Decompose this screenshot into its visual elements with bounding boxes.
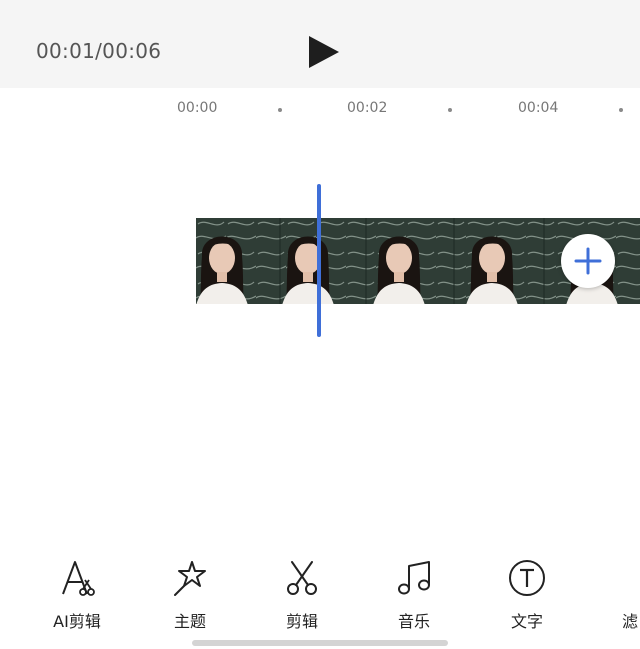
time-display: 00:01/00:06 [36,39,162,63]
ruler-dot [619,108,623,112]
ruler-tick: 00:02 [347,100,388,116]
tool-text-label: 文字 [510,612,543,631]
tool-theme[interactable]: 主题 [134,558,246,638]
text-circle-icon [509,560,545,596]
tool-edit[interactable]: 剪辑 [246,558,358,638]
plus-icon [574,247,602,275]
tool-ai-edit[interactable]: AI剪辑 [21,558,133,638]
player-bar: 00:01/00:06 [0,0,640,88]
tool-filter[interactable]: 滤 [584,558,640,638]
scissors-icon [287,561,317,595]
playhead[interactable] [317,184,321,337]
timeline-ruler: 00:00 00:02 00:04 [0,96,640,122]
ruler-tick: 00:04 [518,100,559,116]
tool-music-label: 音乐 [397,612,430,631]
tool-text[interactable]: 文字 [471,558,583,638]
tool-edit-label: 剪辑 [285,612,318,631]
ruler-dot [278,108,282,112]
ruler-tick: 00:00 [177,100,218,116]
ai-edit-icon [62,561,95,596]
star-wand-icon [174,561,206,596]
home-indicator[interactable] [192,640,448,646]
tool-filter-label: 滤 [622,612,639,631]
ruler-dot [448,108,452,112]
bottom-toolbar: AI剪辑 主题 剪辑 音乐 文字 滤 [0,558,640,638]
music-note-icon [398,561,430,595]
tool-theme-label: 主题 [173,612,206,631]
filter-icon [620,558,640,598]
add-clip-button[interactable] [561,234,615,288]
play-button[interactable] [306,34,342,70]
play-icon [309,36,339,68]
tool-ai-edit-label: AI剪辑 [53,612,101,631]
tool-music[interactable]: 音乐 [358,558,470,638]
